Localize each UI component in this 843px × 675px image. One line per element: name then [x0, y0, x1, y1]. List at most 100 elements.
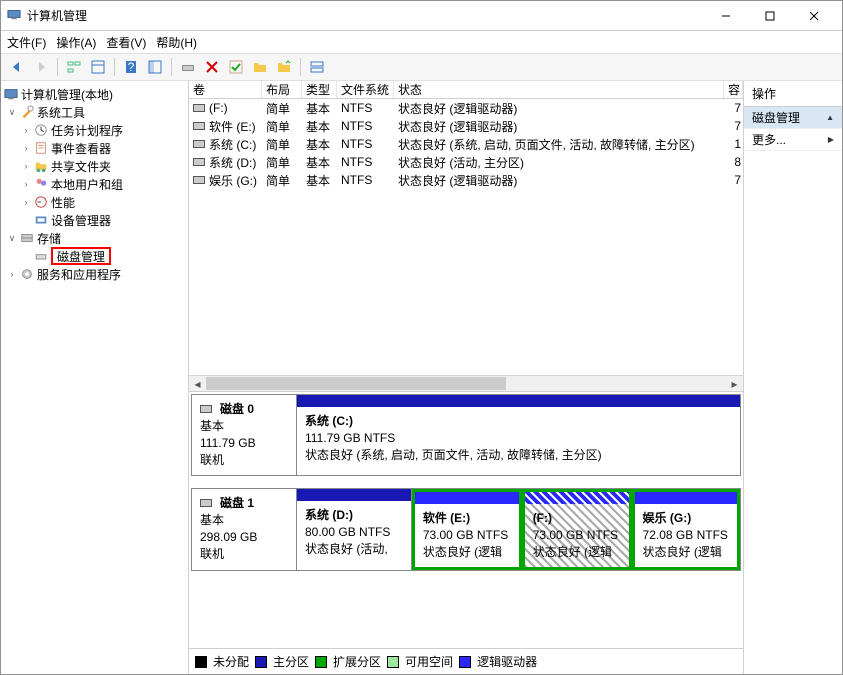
disk-title: 磁盘 1 — [220, 495, 254, 512]
partition[interactable]: 软件 (E:) 73.00 GB NTFS 状态良好 (逻辑 — [412, 489, 522, 570]
volume-row[interactable]: 系统 (C:)简单基本NTFS状态良好 (系统, 启动, 页面文件, 活动, 故… — [189, 135, 743, 153]
disk-row[interactable]: 磁盘 1 基本 298.09 GB 联机 系统 (D:) 80.00 GB NT… — [191, 488, 741, 571]
back-button[interactable] — [7, 57, 27, 77]
part-status: 状态良好 (活动, — [305, 541, 403, 558]
tree-disk-mgmt[interactable]: 磁盘管理 — [1, 247, 188, 265]
tree-task-scheduler[interactable]: › 任务计划程序 — [1, 121, 188, 139]
vol-layout: 简单 — [262, 99, 302, 117]
partition[interactable]: 娱乐 (G:) 72.08 GB NTFS 状态良好 (逻辑 — [632, 489, 740, 570]
col-layout[interactable]: 布局 — [262, 81, 302, 98]
scroll-left-arrow[interactable]: ◂ — [189, 376, 206, 391]
part-name: 系统 (C:) — [305, 413, 732, 430]
vol-status: 状态良好 (活动, 主分区) — [394, 153, 724, 171]
partition-group: 系统 (D:) 80.00 GB NTFS 状态良好 (活动, 软件 (E:) … — [297, 489, 740, 570]
minimize-button[interactable] — [704, 1, 748, 31]
folder-icon[interactable] — [250, 57, 270, 77]
vol-layout: 简单 — [262, 153, 302, 171]
tree-device-manager[interactable]: 设备管理器 — [1, 211, 188, 229]
vol-type: 基本 — [302, 171, 337, 189]
collapse-up-icon: ▲ — [826, 113, 834, 122]
toolbar-list-icon[interactable] — [88, 57, 108, 77]
tree-services-apps[interactable]: › 服务和应用程序 — [1, 265, 188, 283]
tree-performance[interactable]: › 性能 — [1, 193, 188, 211]
actions-pane: 操作 磁盘管理 ▲ 更多... ▶ — [744, 81, 842, 674]
tree-event-viewer[interactable]: › 事件查看器 — [1, 139, 188, 157]
refresh-icon[interactable] — [178, 57, 198, 77]
vol-type: 基本 — [302, 117, 337, 135]
toolbar-tree-icon[interactable] — [64, 57, 84, 77]
col-fs[interactable]: 文件系统 — [337, 81, 394, 98]
tree-system-tools[interactable]: ∨ 系统工具 — [1, 103, 188, 121]
col-vol[interactable]: 卷 — [189, 81, 262, 98]
tree-label: 计算机管理(本地) — [21, 86, 113, 103]
delete-icon[interactable] — [202, 57, 222, 77]
expand-icon[interactable]: › — [5, 269, 19, 279]
part-name: 娱乐 (G:) — [643, 510, 729, 527]
volume-row[interactable]: (F:)简单基本NTFS状态良好 (逻辑驱动器)7 — [189, 99, 743, 117]
col-status[interactable]: 状态 — [394, 81, 724, 98]
volume-row[interactable]: 系统 (D:)简单基本NTFS状态良好 (活动, 主分区)8 — [189, 153, 743, 171]
services-icon — [19, 266, 35, 282]
menu-action[interactable]: 操作(A) — [56, 34, 96, 51]
tree-root[interactable]: 计算机管理(本地) — [1, 85, 188, 103]
disk-info: 磁盘 0 基本 111.79 GB 联机 — [192, 395, 297, 475]
vol-fs: NTFS — [337, 171, 394, 189]
col-cap[interactable]: 容 — [724, 81, 743, 98]
partition[interactable]: 系统 (C:) 111.79 GB NTFS 状态良好 (系统, 启动, 页面文… — [297, 407, 740, 475]
computer-icon — [3, 86, 19, 102]
tree-shared-folders[interactable]: › 共享文件夹 — [1, 157, 188, 175]
partition[interactable]: 系统 (D:) 80.00 GB NTFS 状态良好 (活动, — [297, 489, 412, 570]
menu-file[interactable]: 文件(F) — [7, 34, 46, 51]
toolbar-layout-icon[interactable] — [307, 57, 327, 77]
vol-name: 系统 (C:) — [209, 136, 256, 153]
collapse-icon[interactable]: ∨ — [5, 107, 19, 118]
menu-view[interactable]: 查看(V) — [106, 34, 146, 51]
maximize-button[interactable] — [748, 1, 792, 31]
window-controls — [704, 1, 836, 31]
vol-layout: 简单 — [262, 117, 302, 135]
menubar: 文件(F) 操作(A) 查看(V) 帮助(H) — [1, 31, 842, 53]
disk-mgmt-icon — [33, 248, 49, 264]
tree-storage[interactable]: ∨ 存储 — [1, 229, 188, 247]
tree-local-users[interactable]: › 本地用户和组 — [1, 175, 188, 193]
actions-item-diskmgmt[interactable]: 磁盘管理 ▲ — [744, 107, 842, 129]
vol-cap: 8 — [724, 153, 743, 171]
tree-label: 本地用户和组 — [51, 176, 123, 193]
forward-button[interactable] — [31, 57, 51, 77]
volume-icon — [193, 137, 209, 151]
partition[interactable]: (F:) 73.00 GB NTFS 状态良好 (逻辑 — [522, 489, 632, 570]
col-type[interactable]: 类型 — [302, 81, 337, 98]
expand-icon[interactable]: › — [19, 179, 33, 189]
scroll-thumb[interactable] — [206, 377, 506, 390]
collapse-icon[interactable]: ∨ — [5, 233, 19, 244]
tree-label: 服务和应用程序 — [37, 266, 121, 283]
close-button[interactable] — [792, 1, 836, 31]
toolbar-view-icon[interactable] — [145, 57, 165, 77]
help-icon[interactable]: ? — [121, 57, 141, 77]
vol-name: 娱乐 (G:) — [209, 172, 257, 189]
disk-row[interactable]: 磁盘 0 基本 111.79 GB 联机 系统 (C:) 111.79 GB N… — [191, 394, 741, 476]
part-name: 系统 (D:) — [305, 507, 403, 524]
part-size: 111.79 GB NTFS — [305, 430, 732, 447]
expand-icon[interactable]: › — [19, 125, 33, 135]
volume-icon — [193, 173, 209, 187]
expand-icon[interactable]: › — [19, 197, 33, 207]
scroll-right-arrow[interactable]: ▸ — [726, 376, 743, 391]
device-icon — [33, 212, 49, 228]
volume-row[interactable]: 软件 (E:)简单基本NTFS状态良好 (逻辑驱动器)7 — [189, 117, 743, 135]
menu-help[interactable]: 帮助(H) — [156, 34, 197, 51]
folder-up-icon[interactable] — [274, 57, 294, 77]
volume-row[interactable]: 娱乐 (G:)简单基本NTFS状态良好 (逻辑驱动器)7 — [189, 171, 743, 189]
check-icon[interactable] — [226, 57, 246, 77]
content: 计算机管理(本地) ∨ 系统工具 › 任务计划程序 › 事件查看器 › 共享文件… — [1, 81, 842, 674]
legend-swatch-free — [387, 656, 399, 668]
actions-item-more[interactable]: 更多... ▶ — [744, 129, 842, 151]
tools-icon — [19, 104, 35, 120]
vol-type: 基本 — [302, 99, 337, 117]
vol-fs: NTFS — [337, 135, 394, 153]
tree-label: 性能 — [51, 194, 75, 211]
vol-layout: 简单 — [262, 171, 302, 189]
expand-icon[interactable]: › — [19, 161, 33, 171]
expand-icon[interactable]: › — [19, 143, 33, 153]
horizontal-scrollbar[interactable]: ◂ ▸ — [189, 375, 743, 391]
